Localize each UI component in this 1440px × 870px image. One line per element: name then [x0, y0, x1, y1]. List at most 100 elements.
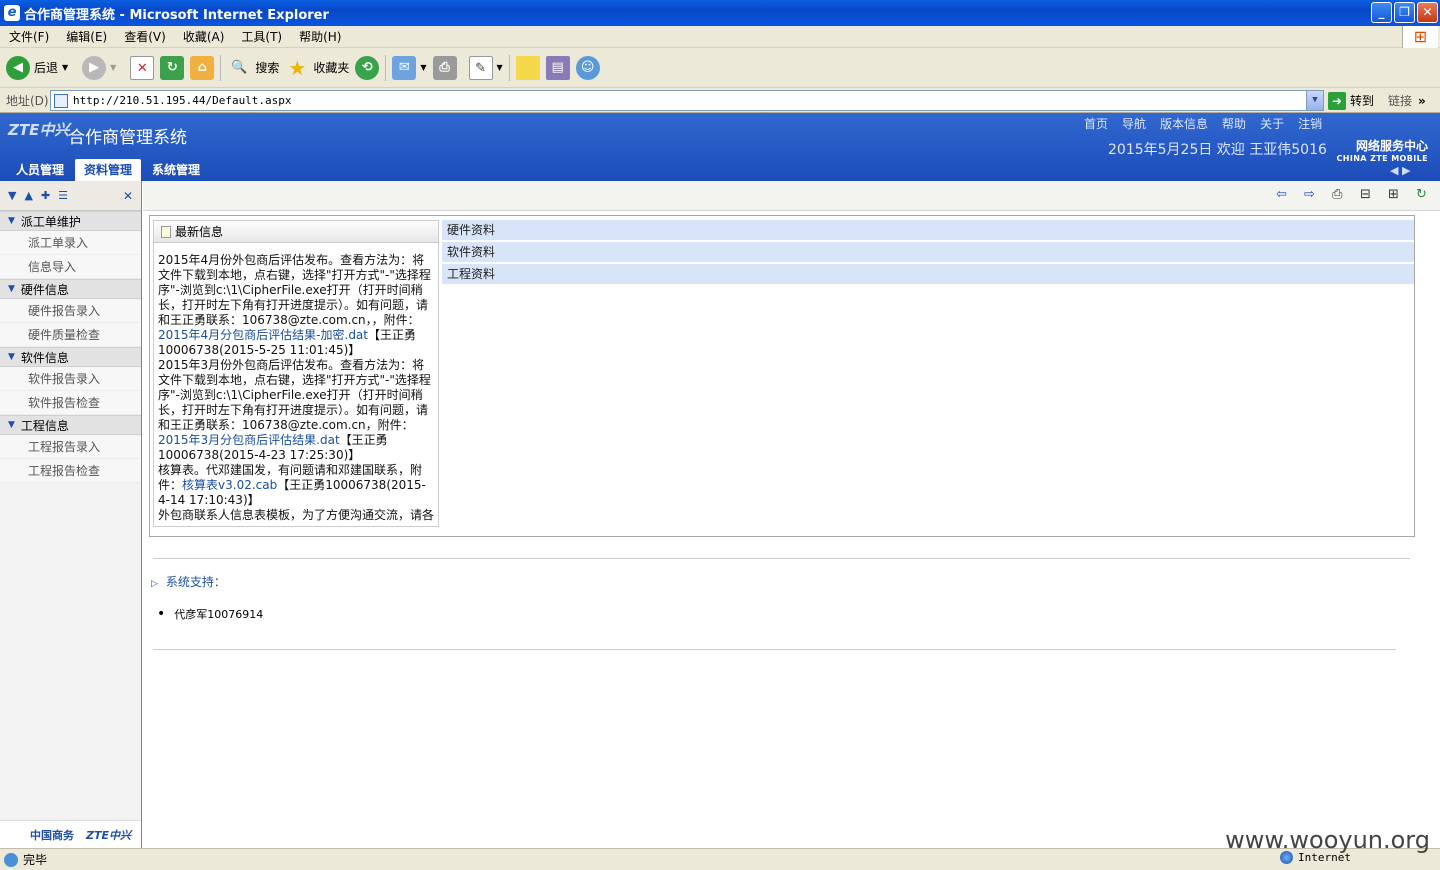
news-text: 外包商联系人信息表模板，为了方便沟通交流，请各 [158, 508, 435, 522]
refresh-icon[interactable]: ↻ [1416, 187, 1427, 202]
edit-icon: ✎ [468, 55, 493, 80]
nav-help[interactable]: 帮助 [1222, 115, 1246, 132]
forward-button[interactable]: ▶ ▼ [82, 53, 116, 83]
nav-home[interactable]: 首页 [1084, 115, 1108, 132]
nav-guide[interactable]: 导航 [1122, 115, 1146, 132]
go-arrow-icon[interactable]: ➜ [1328, 91, 1346, 110]
sidebar-item-sw-report-check[interactable]: 软件报告检查 [0, 391, 141, 415]
chevron-right-icon[interactable]: » [1418, 94, 1426, 108]
news-attachment-link[interactable]: 2015年3月分包商后评估结果.dat [158, 433, 340, 447]
restore-button[interactable]: ❐ [1394, 2, 1415, 23]
sidebar-section-header[interactable]: ▼ 工程信息 [0, 415, 141, 435]
menu-file[interactable]: 文件(F) [9, 28, 49, 45]
sidebar-toolbar: ▼ ▲ ✚ ☰ ✕ [0, 181, 141, 211]
list-icon[interactable]: ☰ [58, 189, 68, 202]
status-bar: 完毕 [0, 848, 1440, 870]
sidebar-item-hw-report-entry[interactable]: 硬件报告录入 [0, 299, 141, 323]
dropdown-arrow-icon[interactable]: ▼ [497, 63, 503, 72]
links-button[interactable]: 链接 [1388, 92, 1412, 109]
category-software[interactable]: 软件资料 [442, 242, 1414, 263]
close-sidebar-icon[interactable]: ✕ [123, 189, 133, 203]
address-dropdown-icon[interactable]: ▼ [1306, 91, 1323, 110]
print-button[interactable]: ⎙ [432, 53, 457, 83]
sidebar-item-eng-report-check[interactable]: 工程报告检查 [0, 459, 141, 483]
document-icon [161, 225, 171, 238]
tab-personnel[interactable]: 人员管理 [7, 159, 73, 181]
dropdown-arrow-icon[interactable]: ▼ [420, 63, 426, 72]
collapse-all-icon[interactable]: ▼ [8, 189, 16, 202]
home-icon: ⌂ [190, 55, 215, 80]
favorites-button[interactable]: ★ 收藏夹 [285, 53, 349, 83]
menu-favorites[interactable]: 收藏(A) [183, 28, 225, 45]
search-button[interactable]: 🔍 搜索 [227, 53, 279, 83]
tab-system[interactable]: 系统管理 [143, 159, 209, 181]
menu-edit[interactable]: 编辑(E) [66, 28, 107, 45]
status-text: 完毕 [23, 853, 48, 867]
sidebar: ▼ ▲ ✚ ☰ ✕ ▼ 派工单维护 派工单录入 信息导入 ▼ 硬件信息 硬件报告录入… [0, 181, 142, 848]
nav-logout[interactable]: 注销 [1298, 115, 1322, 132]
news-header: 最新信息 [154, 221, 438, 243]
sidebar-item-sw-report-entry[interactable]: 软件报告录入 [0, 367, 141, 391]
tab-materials[interactable]: 资料管理 [75, 159, 142, 181]
printer-icon[interactable]: ⎙ [1332, 187, 1342, 202]
main-tabs: 人员管理 资料管理 系统管理 [0, 159, 211, 181]
sidebar-item-info-import[interactable]: 信息导入 [0, 255, 141, 279]
menu-view[interactable]: 查看(V) [124, 28, 166, 45]
menu-tools[interactable]: 工具(T) [241, 28, 282, 45]
category-hardware[interactable]: 硬件资料 [442, 220, 1414, 241]
back-arrow-icon[interactable]: ⇦ [1276, 187, 1287, 202]
nav-version[interactable]: 版本信息 [1160, 115, 1208, 132]
messenger-button[interactable]: ☺ [575, 53, 600, 83]
back-button[interactable]: ◀ 后退 ▼ [6, 53, 68, 83]
sidebar-section-header[interactable]: ▼ 派工单维护 [0, 211, 141, 231]
history-button[interactable]: ⟲ [355, 53, 380, 83]
note-icon [515, 55, 540, 80]
nav-about[interactable]: 关于 [1260, 115, 1284, 132]
content-pane: ⇦ ⇨ ⎙ ⊟ ⊞ ↻ 最新信息 2015年4月份外包商后评估发布。查看方法为：… [143, 181, 1440, 848]
china-business-logo: 中国商务 [30, 828, 74, 842]
news-box: 最新信息 2015年4月份外包商后评估发布。查看方法为：将文件下载到本地，点右键… [153, 220, 439, 527]
toolbar-separator [385, 54, 387, 81]
refresh-button[interactable]: ↻ [160, 53, 185, 83]
expand-up-icon[interactable]: ▲ [24, 189, 32, 202]
forward-arrow-icon[interactable]: ⇨ [1304, 187, 1315, 202]
dropdown-arrow-icon[interactable]: ▼ [62, 63, 68, 72]
back-arrow-icon: ◀ [6, 55, 30, 80]
go-button[interactable]: 转到 [1350, 92, 1374, 109]
sidebar-item-hw-quality-check[interactable]: 硬件质量检查 [0, 323, 141, 347]
welcome-text: 2015年5月25日 欢迎 王亚伟5016 [1108, 142, 1327, 158]
menu-help[interactable]: 帮助(H) [299, 28, 341, 45]
sidebar-section-header[interactable]: ▼ 软件信息 [0, 347, 141, 367]
messenger-icon: ☺ [575, 55, 600, 80]
sidebar-section-header[interactable]: ▼ 硬件信息 [0, 279, 141, 299]
close-button[interactable]: ✕ [1417, 2, 1438, 23]
minimize-button[interactable]: _ [1371, 2, 1392, 23]
sidebar-item-eng-report-entry[interactable]: 工程报告录入 [0, 435, 141, 459]
divider [153, 558, 1410, 559]
nav-arrows-icon[interactable]: ◀ ▶ [1390, 164, 1410, 177]
research-button[interactable]: ▤ [545, 53, 570, 83]
discuss-button[interactable] [515, 53, 540, 83]
ie-icon: e [4, 5, 20, 21]
add-node-icon[interactable]: ✚ [41, 189, 50, 202]
category-engineering[interactable]: 工程资料 [442, 264, 1414, 285]
divider [153, 649, 1396, 650]
zte-footer-logo: ZTE中兴 [86, 828, 131, 842]
ie-toolbar: ◀ 后退 ▼ ▶ ▼ ✕ ↻ ⌂ 🔍 搜索 ★ 收藏夹 ⟲ ✉ ▼ ⎙ ✎ ▼ ▤ ☺ [0, 48, 1440, 88]
mail-button[interactable]: ✉ ▼ [392, 53, 427, 83]
sidebar-section-dispatch: ▼ 派工单维护 派工单录入 信息导入 [0, 211, 141, 279]
sidebar-item-dispatch-entry[interactable]: 派工单录入 [0, 231, 141, 255]
home-button[interactable]: ⌂ [190, 53, 215, 83]
news-attachment-link[interactable]: 2015年4月分包商后评估结果-加密.dat [158, 328, 368, 342]
dropdown-arrow-icon[interactable]: ▼ [110, 63, 116, 72]
news-attachment-link[interactable]: 核算表v3.02.cab [182, 478, 277, 492]
sidebar-footer: 中国商务 ZTE中兴 [0, 820, 141, 848]
sidebar-section-engineering: ▼ 工程信息 工程报告录入 工程报告检查 [0, 415, 141, 483]
sidebar-section-software: ▼ 软件信息 软件报告录入 软件报告检查 [0, 347, 141, 415]
minimize-frame-icon[interactable]: ⊟ [1360, 187, 1371, 202]
stop-button[interactable]: ✕ [130, 53, 155, 83]
edit-button[interactable]: ✎ ▼ [468, 53, 503, 83]
maximize-frame-icon[interactable]: ⊞ [1388, 187, 1399, 202]
address-input[interactable]: http://210.51.195.44/Default.aspx ▼ [50, 90, 1324, 111]
category-list: 硬件资料 软件资料 工程资料 [442, 220, 1414, 286]
